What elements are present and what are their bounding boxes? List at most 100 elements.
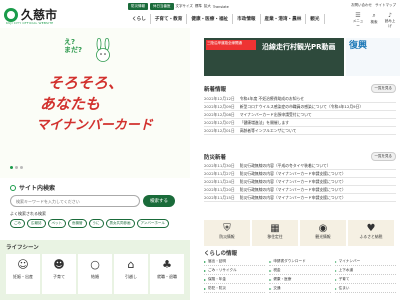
keyword-chip[interactable]: ごみ xyxy=(10,219,25,228)
life-item-childcare[interactable]: ☻ 子育て xyxy=(42,254,76,294)
kurashi-item[interactable]: ▸ マイナンバー xyxy=(334,258,396,266)
disaster-info-link[interactable]: 防災情報 xyxy=(128,3,148,10)
sitemap-link[interactable]: サイトマップ xyxy=(375,3,396,8)
kurashi-item[interactable]: ▸ 申請書ダウンロード xyxy=(269,258,331,266)
slider-controls xyxy=(10,166,23,169)
bosai-item[interactable]: 2022年11月20日 防災行政無線の内容（マイナンバーカード申請支援について） xyxy=(204,186,396,194)
life-scene-title: ライフシーン xyxy=(6,245,39,251)
child-icon: ☻ xyxy=(53,258,65,271)
bullet-icon: ▸ xyxy=(269,286,272,291)
kurashi-item[interactable]: ▸ 届出・証明 xyxy=(204,258,266,266)
bosai-item[interactable]: 2022年11月27日 防災行政無線の内容（マイナンバーカード申請支援について） xyxy=(204,170,396,178)
quick-furusato[interactable]: ♥ ふるさと納税 xyxy=(348,220,394,246)
kurashi-grid: ▸ 届出・証明 ▸ 申請書ダウンロード ▸ マイナンバー ▸ ごみ・リサイクル ▸ 税金 … xyxy=(204,258,396,293)
news-item[interactable]: 2022年12月09日 新型コロナウイルス感染症の市職員の感染について（令和4年1… xyxy=(204,103,396,111)
keyword-chip[interactable]: 広報誌 xyxy=(27,219,46,228)
kurashi-item[interactable]: ▸ 子育て xyxy=(334,276,396,284)
camera-icon: ◉ xyxy=(318,223,328,234)
news-item[interactable]: 2022年12月08日 マイナンバーカード出張申請受付について xyxy=(204,111,396,119)
bullet-icon: ▸ xyxy=(334,259,337,264)
bosai-header: 防災新着 一覧を見る xyxy=(204,152,396,161)
nav-shisei[interactable]: 市政情報 xyxy=(233,14,261,24)
bullet-icon: ▸ xyxy=(334,268,337,273)
nav-kurashi[interactable]: くらし xyxy=(128,14,151,24)
quick-kanko[interactable]: ◉ 観光情報 xyxy=(300,220,346,246)
keyword-chip[interactable]: 危機管 xyxy=(68,219,87,228)
news-more-button[interactable]: 一覧を見る xyxy=(370,84,396,93)
search-form: 検索する xyxy=(10,195,175,207)
menu-icon: ☰ xyxy=(355,12,361,19)
speaker-icon: ♪ xyxy=(388,12,392,19)
search-button[interactable]: ⌕ 検索 xyxy=(368,12,380,29)
life-item-moving[interactable]: ⌂ 引越し xyxy=(114,254,148,294)
hero-line3: マイナンバーカード xyxy=(36,118,153,133)
bullet-icon: ▸ xyxy=(204,286,207,291)
news-list: 2022年12月12日 令和4年度 不妊治療費助成のお知らせ 2022年12月09… xyxy=(204,95,396,135)
nav-sangyo[interactable]: 産業・港湾・農林 xyxy=(261,14,307,24)
bosai-item[interactable]: 2022年11月15日 防災行政無線の内容（マイナンバーカード申請支援について） xyxy=(204,194,396,202)
rabbit-mascot-icon xyxy=(96,38,110,62)
kurashi-item[interactable]: ▸ ごみ・リサイクル xyxy=(204,267,266,275)
search-input[interactable] xyxy=(10,195,140,207)
building-icon: ▦ xyxy=(270,223,280,234)
kurashi-item[interactable]: ▸ 上下水道 xyxy=(334,267,396,275)
nav-kanko[interactable]: 観光 xyxy=(306,14,325,24)
kurashi-item[interactable]: ▸ 交通 xyxy=(269,285,331,293)
news-item[interactable]: 2022年12月01日 高齢者等インフルエンザについて xyxy=(204,127,396,135)
read-aloud-button[interactable]: ♪ 読み上げ xyxy=(384,12,396,29)
search-button[interactable]: 検索する xyxy=(143,195,175,207)
kurashi-item[interactable]: ▸ 健康・医療 xyxy=(269,276,331,284)
news-item[interactable]: 2022年12月12日 令和4年度 不妊治療費助成のお知らせ xyxy=(204,95,396,103)
slide-dot[interactable] xyxy=(15,166,18,169)
life-scene-grid: ☺ 妊娠・出産 ☻ 子育て ○ 結婚 ⌂ 引越し ♣ 就職・退職 xyxy=(6,254,186,294)
slide-dot[interactable] xyxy=(10,166,13,169)
quick-iju[interactable]: ▦ 移住定住 xyxy=(252,220,298,246)
top-right-links: お問い合わせ サイトマップ xyxy=(351,3,396,8)
life-item-marriage[interactable]: ○ 結婚 xyxy=(78,254,112,294)
kurashi-item[interactable]: ▸ 防犯・防災 xyxy=(204,285,266,293)
kurashi-item[interactable]: ▸ 保険・年金 xyxy=(204,276,266,284)
kurashi-item[interactable]: ▸ 住まい xyxy=(334,285,396,293)
bosai-title: 防災新着 xyxy=(204,154,227,161)
hero-eh: え? まだ? xyxy=(64,38,83,54)
bullet-icon: ▸ xyxy=(204,277,207,282)
menu-button[interactable]: ☰ メニュー xyxy=(352,12,364,29)
nav-kenko[interactable]: 健康・医療・福祉 xyxy=(187,14,234,24)
kurashi-title: くらしの情報 xyxy=(204,251,238,257)
pr-video-banner[interactable]: 三陸沿岸道路全線開通 沿線走行村観光PR動画 xyxy=(204,38,344,76)
bosai-more-button[interactable]: 一覧を見る xyxy=(370,152,396,161)
house-icon: ⌂ xyxy=(127,258,135,271)
header-icon-buttons: ☰ メニュー ⌕ 検索 ♪ 読み上げ xyxy=(352,12,396,29)
city-emblem-icon xyxy=(4,7,18,22)
font-large-button[interactable]: 拡大 xyxy=(204,4,211,9)
reconstruction-banner[interactable]: 復興 xyxy=(346,38,400,76)
font-standard-button[interactable]: 標準 xyxy=(195,4,202,9)
keyword-chip[interactable]: ペット xyxy=(47,219,66,228)
global-nav: くらし 子育て・教育 健康・医療・福祉 市政情報 産業・港湾・農林 観光 xyxy=(128,14,325,24)
ring-icon: ○ xyxy=(90,258,100,271)
life-item-pregnancy[interactable]: ☺ 妊娠・出産 xyxy=(6,254,40,294)
holiday-doctor-link[interactable]: 休日当番医 xyxy=(150,3,174,10)
news-title: 新着情報 xyxy=(204,86,227,93)
keyword-chip[interactable]: アンバーホール xyxy=(136,219,169,228)
banner-text: 沿線走行村観光PR動画 xyxy=(262,43,336,51)
nav-kosodate[interactable]: 子育て・教育 xyxy=(151,14,188,24)
baby-icon: ☺ xyxy=(17,258,29,271)
contact-link[interactable]: お問い合わせ xyxy=(351,3,372,8)
keyword-list: ごみ 広報誌 ペット 危機管 うに 男女共同参画 アンバーホール xyxy=(10,219,169,228)
site-sub: KUJI CITY OFFICIAL WEBSITE xyxy=(6,21,54,25)
translate-button[interactable]: Translate xyxy=(213,5,229,9)
life-item-employment[interactable]: ♣ 就職・退職 xyxy=(150,254,184,294)
quick-bosai[interactable]: ⛨ 防災情報 xyxy=(204,220,250,246)
keyword-chip[interactable]: 男女共同参画 xyxy=(105,219,135,228)
bosai-item[interactable]: 2022年11月30日 防災行政無線の内容（平成の冬タイヤ装着について） xyxy=(204,162,396,170)
kurashi-item[interactable]: ▸ 税金 xyxy=(269,267,331,275)
keyword-chip[interactable]: うに xyxy=(88,219,104,228)
news-item[interactable]: 2022年12月07日 「健康増進法」を開催します xyxy=(204,119,396,127)
keyword-label: よく検索される検索 xyxy=(10,211,46,216)
slide-dot[interactable] xyxy=(20,166,23,169)
bosai-item[interactable]: 2022年11月24日 防災行政無線の内容（マイナンバーカード申請支援について） xyxy=(204,178,396,186)
search-icon: ⌕ xyxy=(372,12,376,19)
banner-text: 復興 xyxy=(349,41,368,51)
heart-icon: ♥ xyxy=(366,223,376,234)
